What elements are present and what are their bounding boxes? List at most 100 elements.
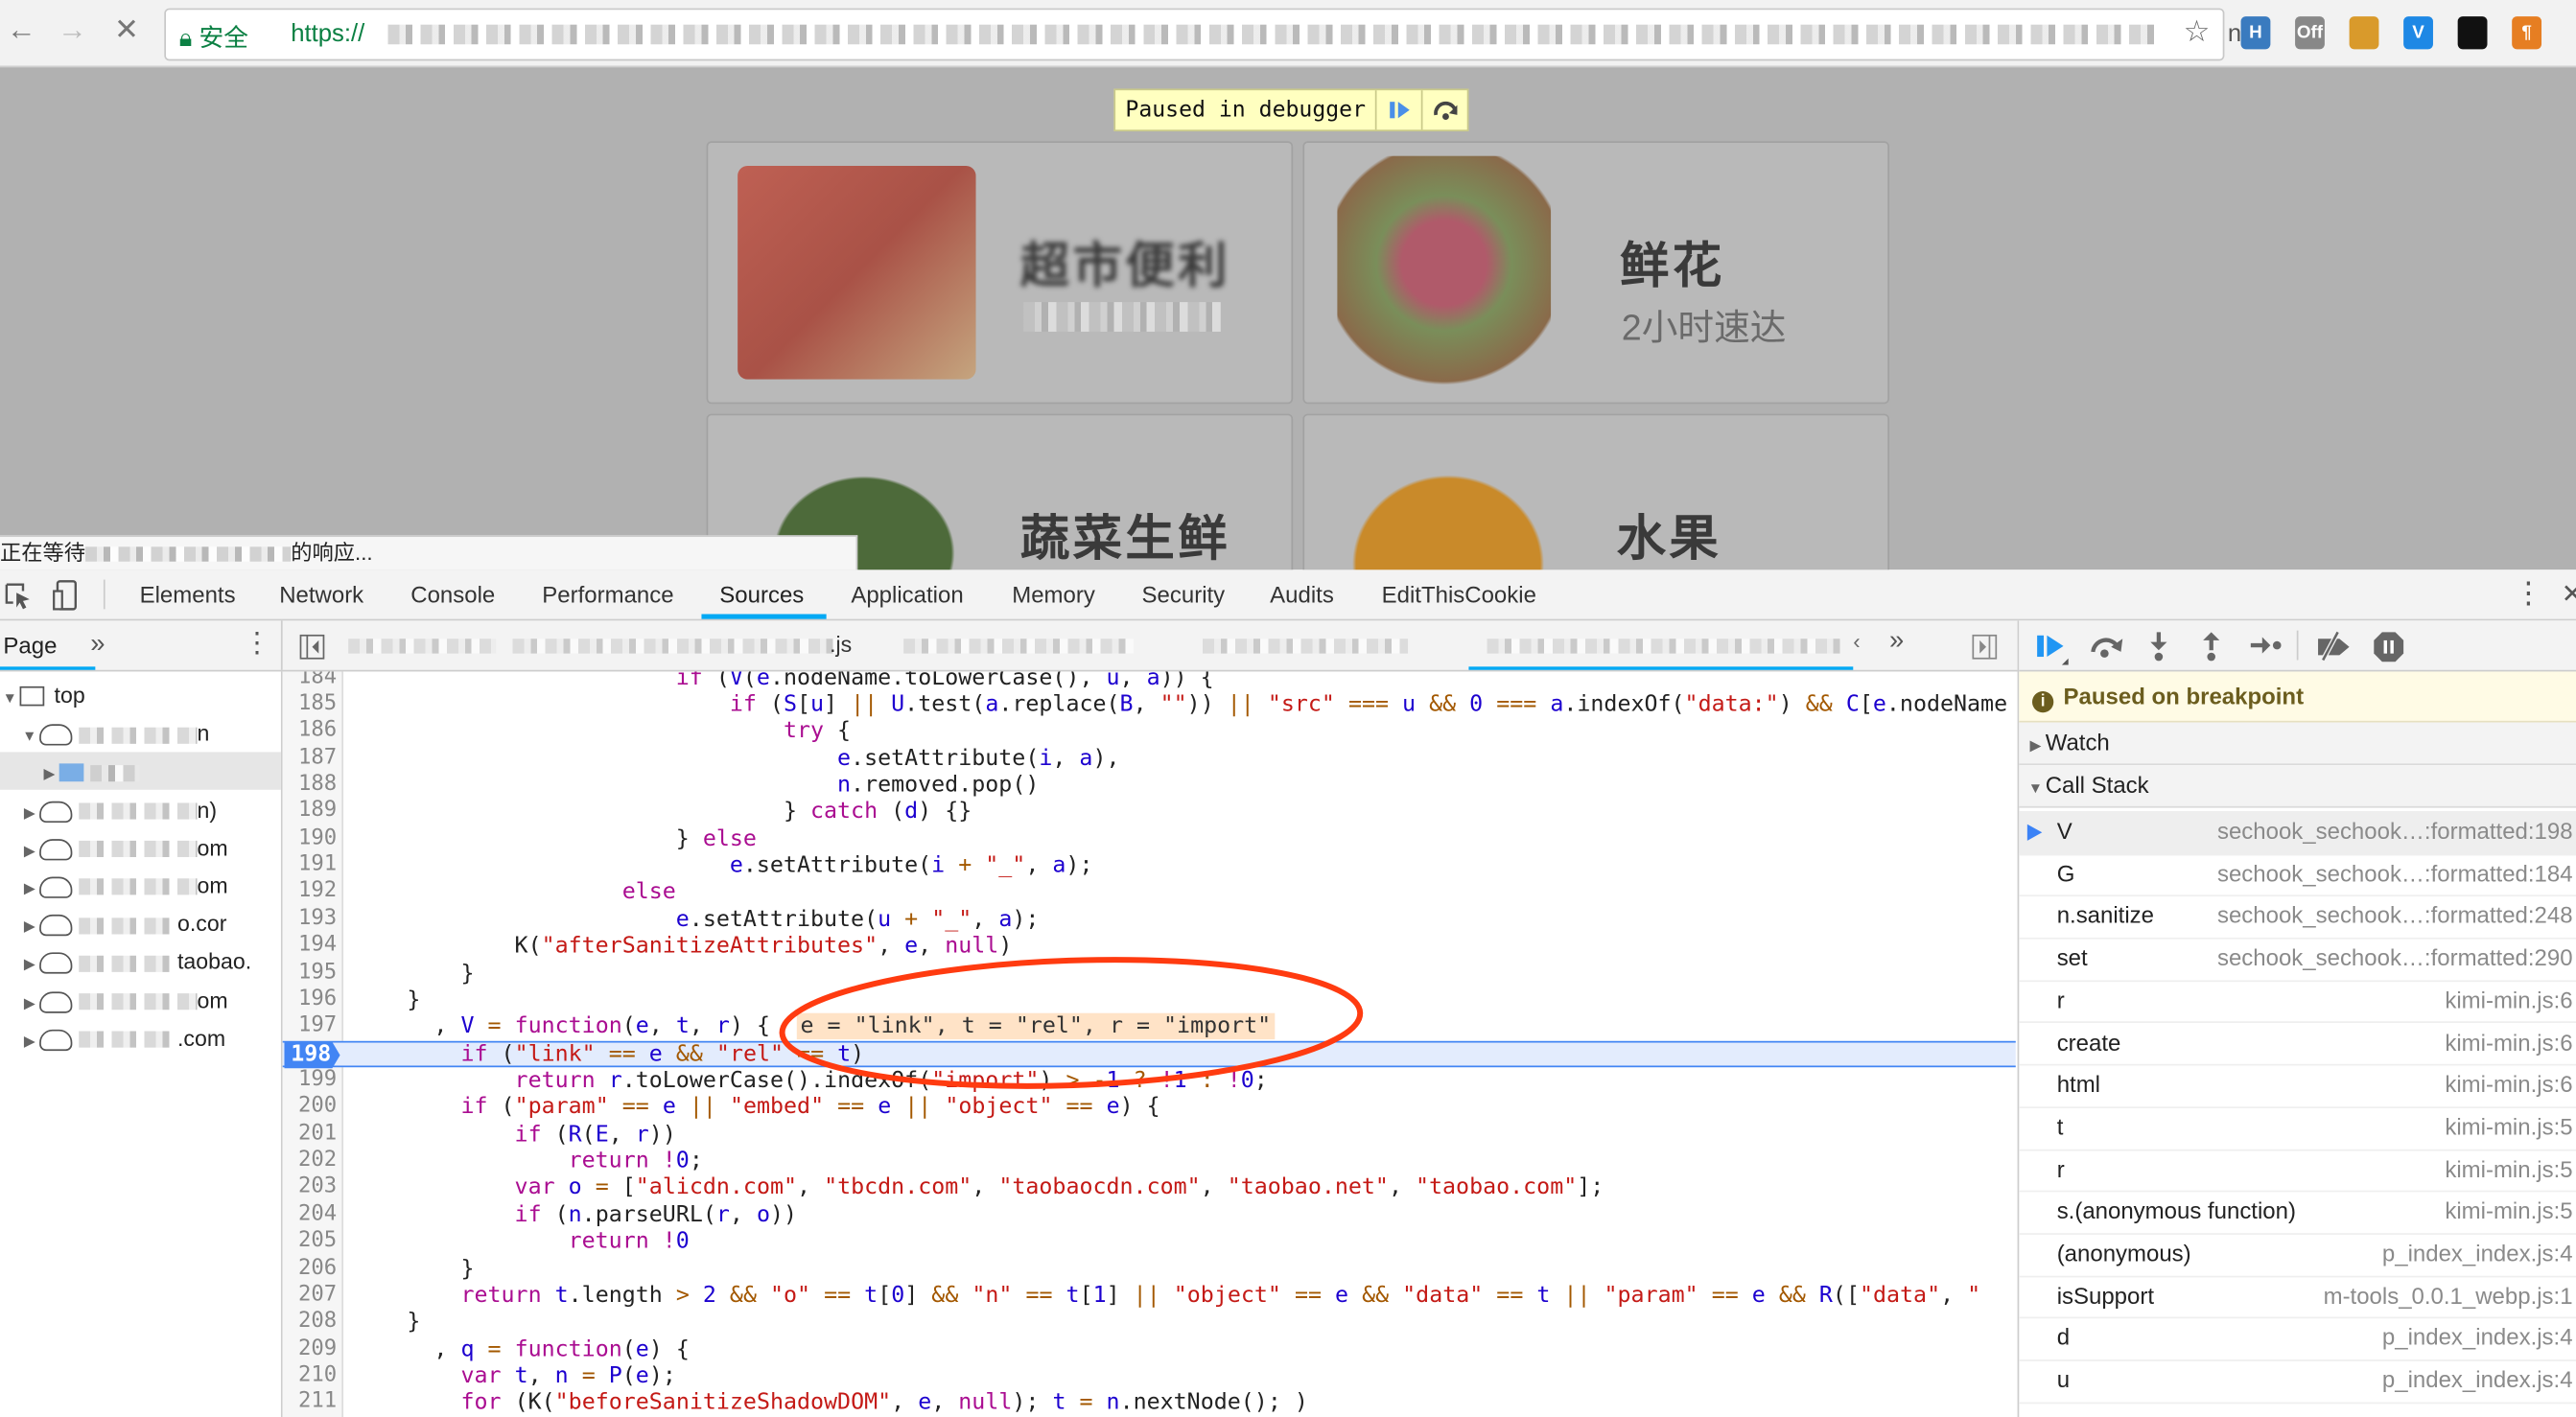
line-number[interactable]: 205 [283, 1228, 337, 1255]
line-number[interactable]: 200 [283, 1094, 337, 1121]
pilcrow-extension-icon[interactable]: ¶ [2512, 16, 2542, 50]
line-number[interactable]: 211 [283, 1389, 337, 1416]
call-frame[interactable]: (anonymous) p_index_index.js:4 [2019, 1233, 2576, 1277]
close-devtools-icon[interactable]: ✕ [2562, 578, 2576, 611]
step-icon[interactable] [2249, 634, 2285, 660]
call-frame-location[interactable]: p_index_index.js:4 [2382, 1359, 2573, 1402]
call-frame-location[interactable]: m-tools_0.0.1_webp.js:1 [2324, 1275, 2573, 1317]
code-editor[interactable]: 184 if (V(e.nodeName.toLowerCase(), u, a… [282, 671, 2016, 1417]
line-number[interactable]: 195 [283, 960, 337, 987]
devtools-menu-icon[interactable]: ⋮ [2514, 576, 2543, 611]
call-frame-location[interactable]: kimi-min.js:5 [2445, 1149, 2572, 1191]
call-frame[interactable]: n.sanitize sechook_sechook…:formatted:248 [2019, 895, 2576, 940]
line-number[interactable]: 203 [283, 1174, 337, 1201]
forward-icon[interactable]: → [55, 13, 91, 48]
line-number[interactable]: 191 [283, 852, 337, 879]
tab-editthiscookie[interactable]: EditThisCookie [1382, 569, 1536, 618]
step-into-icon[interactable] [2145, 631, 2171, 663]
pause-on-exceptions-icon[interactable] [2373, 631, 2405, 663]
tree-item[interactable]: ▶ .com [0, 1019, 281, 1057]
tab-sources[interactable]: Sources [719, 569, 804, 618]
line-number[interactable]: 199 [283, 1067, 337, 1094]
line-number[interactable]: 186 [283, 718, 337, 745]
v-extension-icon[interactable]: V [2403, 16, 2433, 50]
toggle-debugger-icon[interactable] [1972, 634, 1998, 660]
bookmark-star-icon[interactable]: ☆ [2184, 14, 2211, 49]
call-frame[interactable]: r kimi-min.js:5 [2019, 1149, 2576, 1193]
expand-triangle-icon[interactable]: ▶ [39, 755, 59, 793]
call-frame-location[interactable]: sechook_sechook…:formatted:248 [2217, 895, 2573, 938]
tab-console[interactable]: Console [410, 569, 495, 618]
toggle-navigator-icon[interactable] [299, 634, 325, 660]
back-icon[interactable]: ← [3, 13, 39, 48]
secure-indicator[interactable]: 🔒︎ 安全 [179, 20, 248, 55]
expand-triangle-icon[interactable]: ▶ [20, 1023, 40, 1060]
call-frame[interactable]: s.(anonymous function) kimi-min.js:5 [2019, 1191, 2576, 1235]
tree-item[interactable]: ▶ n) [0, 791, 281, 828]
tree-item[interactable]: ▶ om [0, 829, 281, 867]
editor-tab[interactable] [329, 620, 871, 669]
call-frame[interactable]: Vsechook_sechook…:formatted:198 [2019, 811, 2576, 855]
address-bar[interactable]: 🔒︎ 安全 https:// n... ☆ [164, 8, 2262, 61]
deactivate-breakpoints-icon[interactable] [2315, 631, 2354, 663]
category-card-flowers[interactable]: 鲜花 2小时速达 [1302, 141, 1889, 405]
call-frame[interactable]: html kimi-min.js:6 [2019, 1064, 2576, 1108]
line-number[interactable]: 192 [283, 879, 337, 906]
line-number[interactable]: 185 [283, 691, 337, 718]
call-frame-location[interactable]: p_index_index.js:4 [2382, 1233, 2573, 1275]
line-number[interactable]: 188 [283, 772, 337, 799]
call-frame[interactable]: r kimi-min.js:6 [2019, 980, 2576, 1024]
navigator-menu-icon[interactable]: ⋮ [244, 627, 271, 660]
call-stack-section-header[interactable]: ▼ Call Stack [2019, 765, 2576, 808]
call-frame-location[interactable]: sechook_sechook…:formatted:290 [2217, 938, 2573, 980]
line-number[interactable]: 206 [283, 1255, 337, 1282]
line-number[interactable]: 184 [283, 671, 337, 691]
line-number[interactable]: 187 [283, 745, 337, 772]
line-number[interactable]: 197 [283, 1013, 337, 1040]
step-out-icon[interactable] [2198, 631, 2224, 663]
cookie-extension-icon[interactable] [2349, 16, 2379, 50]
editor-tab-active[interactable] [1468, 620, 1853, 669]
collapse-triangle-icon[interactable]: ▼ [20, 718, 40, 755]
step-over-button[interactable] [1421, 90, 1467, 130]
tree-item[interactable]: ▼ top [0, 677, 281, 714]
h-extension-icon[interactable]: H [2240, 16, 2271, 50]
step-over-icon[interactable] [2087, 632, 2126, 662]
call-frame-location[interactable]: kimi-min.js:6 [2445, 1064, 2572, 1106]
device-toolbar-icon[interactable] [53, 580, 79, 613]
collapse-triangle-icon[interactable]: ▼ [0, 680, 20, 717]
inspect-element-icon[interactable] [3, 581, 33, 611]
line-number[interactable]: 208 [283, 1309, 337, 1336]
tree-item[interactable]: ▶ taobao. [0, 943, 281, 981]
call-frame[interactable]: u p_index_index.js:4 [2019, 1359, 2576, 1404]
tree-item[interactable]: ▶ om [0, 981, 281, 1018]
execution-line-number[interactable]: 198 [284, 1041, 340, 1069]
category-card-supermarket[interactable]: 超市便利 [706, 141, 1294, 405]
line-number[interactable]: 207 [283, 1282, 337, 1309]
line-number[interactable]: 209 [283, 1336, 337, 1362]
tab-security[interactable]: Security [1142, 569, 1226, 618]
call-frame-location[interactable]: p_index_index.js:4 [2382, 1317, 2573, 1359]
line-number[interactable]: 193 [283, 906, 337, 933]
line-number[interactable]: 204 [283, 1201, 337, 1228]
call-frame[interactable]: Gsechook_sechook…:formatted:184 [2019, 853, 2576, 897]
tab-elements[interactable]: Elements [140, 569, 236, 618]
expand-triangle-icon[interactable]: ▶ [20, 908, 40, 945]
tree-item[interactable]: ▶ [0, 753, 281, 793]
call-frame[interactable]: isSupport m-tools_0.0.1_webp.js:1 [2019, 1275, 2576, 1319]
watch-section-header[interactable]: ▶ Watch [2019, 722, 2576, 766]
line-number[interactable]: 194 [283, 933, 337, 960]
call-frame[interactable]: t kimi-min.js:5 [2019, 1106, 2576, 1150]
tab-memory[interactable]: Memory [1012, 569, 1095, 618]
expand-triangle-icon[interactable]: ▶ [20, 946, 40, 984]
line-number[interactable]: 189 [283, 799, 337, 825]
call-frame-location[interactable]: kimi-min.js:5 [2445, 1191, 2572, 1233]
navigator-more-tabs[interactable]: » [90, 620, 105, 669]
tab-audits[interactable]: Audits [1270, 569, 1334, 618]
tab-network[interactable]: Network [279, 569, 363, 618]
call-frame-location[interactable]: sechook_sechook…:formatted:198 [2217, 811, 2573, 853]
off-extension-icon[interactable]: Off [2295, 16, 2325, 50]
expand-triangle-icon[interactable]: ▶ [20, 985, 40, 1022]
category-card-fruit[interactable]: 水果 [1302, 413, 1889, 587]
expand-triangle-icon[interactable]: ▶ [20, 832, 40, 870]
